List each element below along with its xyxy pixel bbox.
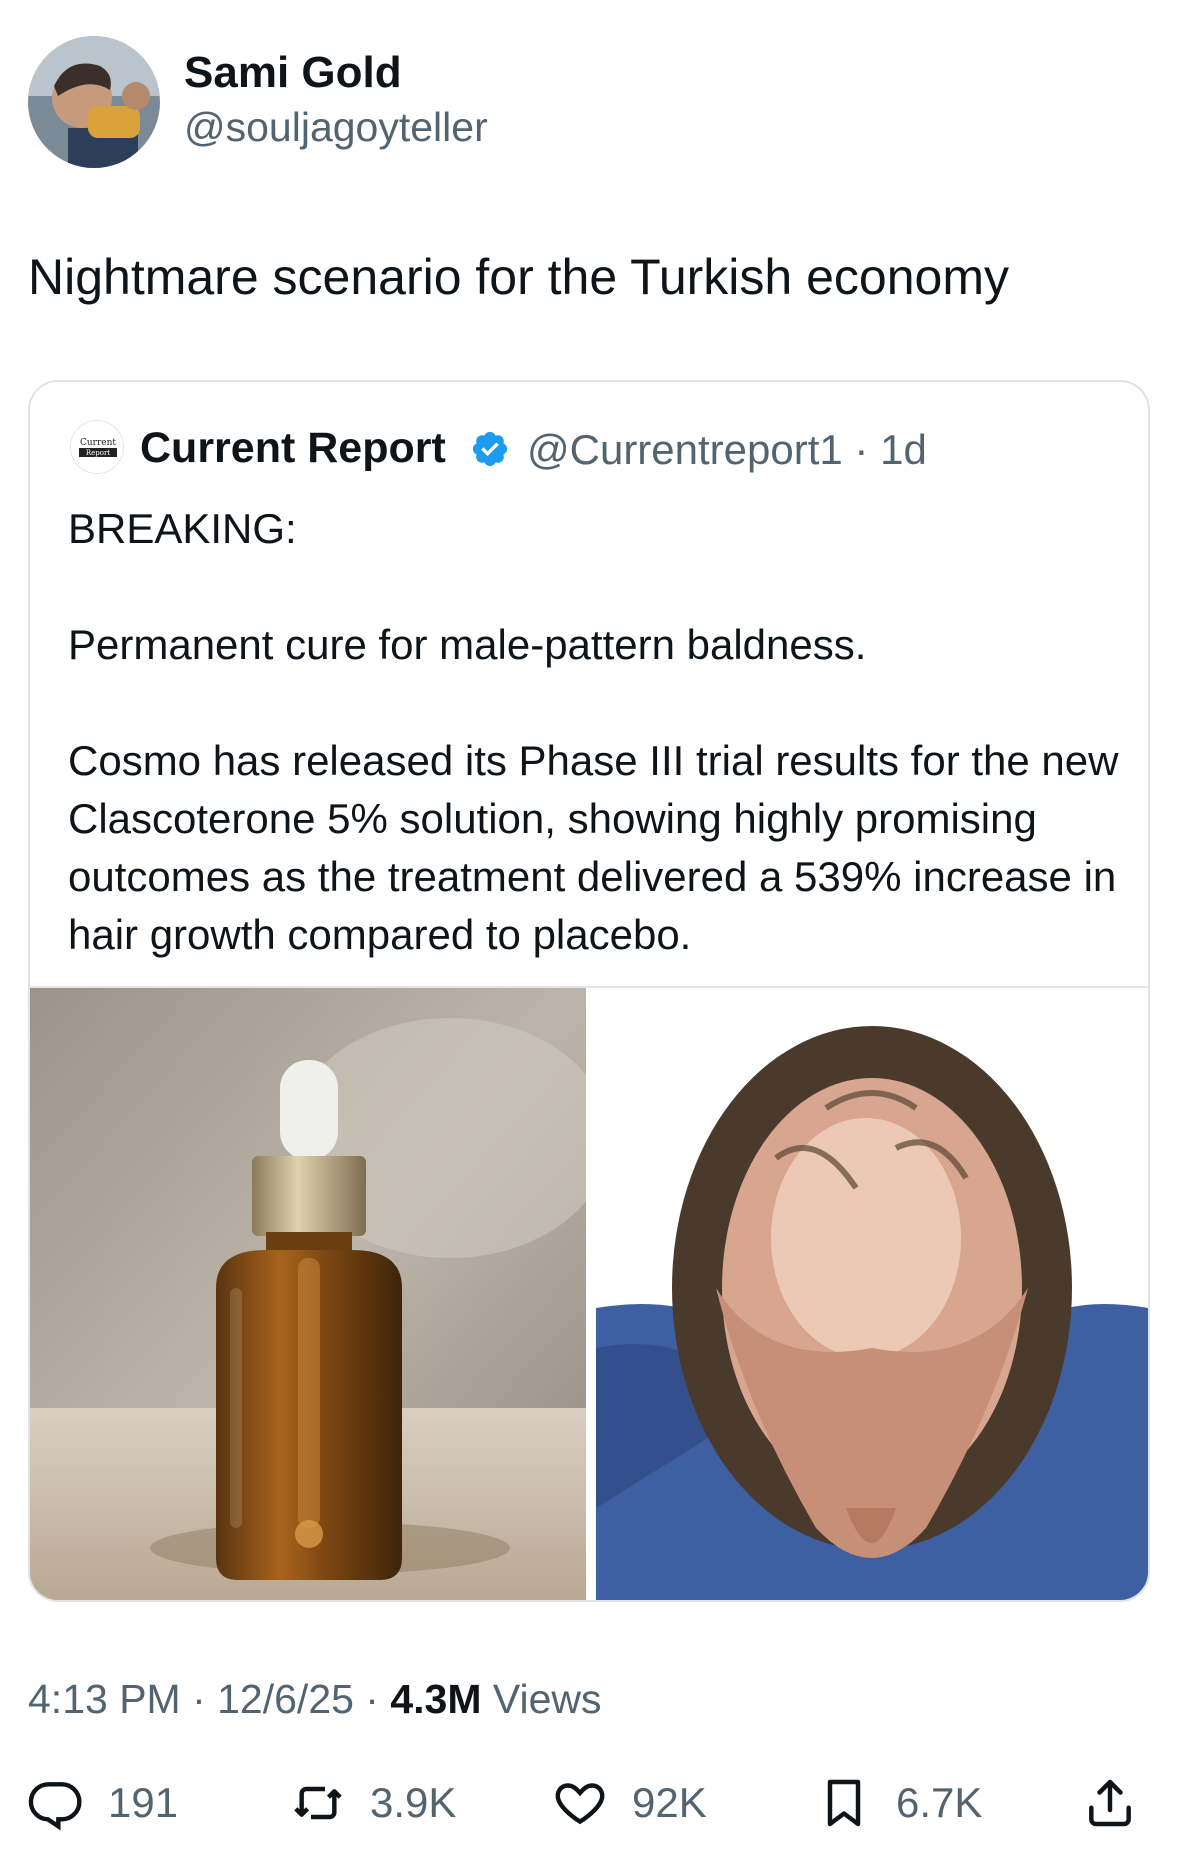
action-bar: 191 3.9K 92K 6.7K <box>0 1770 1179 1836</box>
media-image-serum-bottle[interactable] <box>30 988 586 1600</box>
quoted-account-logo[interactable]: Current Report <box>70 420 124 474</box>
author-avatar[interactable] <box>28 36 160 168</box>
repost-button[interactable]: 3.9K <box>290 1770 456 1836</box>
media-image-balding-head[interactable] <box>596 988 1148 1600</box>
quoted-line-headline: Permanent cure for male-pattern baldness… <box>68 621 867 668</box>
tweet-timestamp[interactable]: 4:13 PM · 12/6/25 · <box>28 1676 390 1722</box>
current-report-logo-icon: Current Report <box>71 421 123 473</box>
logo-text-bottom: Report <box>86 449 110 457</box>
quoted-tweet-card[interactable]: Current Report Current Report @Currentre… <box>28 380 1150 1602</box>
repost-count: 3.9K <box>370 1779 457 1826</box>
reply-count: 191 <box>108 1779 179 1826</box>
verified-badge-icon <box>472 431 508 467</box>
views-count: 4.3M <box>390 1676 482 1722</box>
share-button[interactable] <box>1082 1770 1138 1836</box>
balding-head-photo-icon <box>596 988 1148 1600</box>
reply-button[interactable]: 191 <box>28 1770 178 1836</box>
repost-icon <box>294 1786 342 1820</box>
quoted-line-breaking: BREAKING: <box>68 505 297 552</box>
quoted-account-name[interactable]: Current Report <box>140 424 446 473</box>
bookmark-icon <box>827 1779 861 1827</box>
tweet-meta: 4:13 PM · 12/6/25 · 4.3M Views <box>28 1676 602 1723</box>
heart-icon <box>555 1783 605 1825</box>
author-name[interactable]: Sami Gold <box>184 48 402 98</box>
tweet-text: Nightmare scenario for the Turkish econo… <box>28 249 1009 305</box>
author-handle[interactable]: @souljagoyteller <box>184 104 488 151</box>
like-count: 92K <box>632 1779 707 1826</box>
quoted-line-details: Cosmo has released its Phase III trial r… <box>68 737 1119 958</box>
views-label: Views <box>481 1676 602 1722</box>
bookmark-button[interactable]: 6.7K <box>816 1770 982 1836</box>
logo-text-top: Current <box>80 438 116 448</box>
bookmark-count: 6.7K <box>896 1779 983 1826</box>
avatar-photo-icon <box>28 36 160 168</box>
quoted-media[interactable] <box>30 986 1148 1600</box>
like-button[interactable]: 92K <box>552 1770 707 1836</box>
share-icon <box>1089 1779 1131 1827</box>
quoted-handle-time[interactable]: @Currentreport1 · 1d <box>527 426 927 474</box>
reply-icon <box>28 1782 82 1831</box>
serum-bottle-photo-icon <box>30 988 586 1600</box>
quoted-tweet-body: BREAKING: Permanent cure for male-patter… <box>68 500 1128 964</box>
